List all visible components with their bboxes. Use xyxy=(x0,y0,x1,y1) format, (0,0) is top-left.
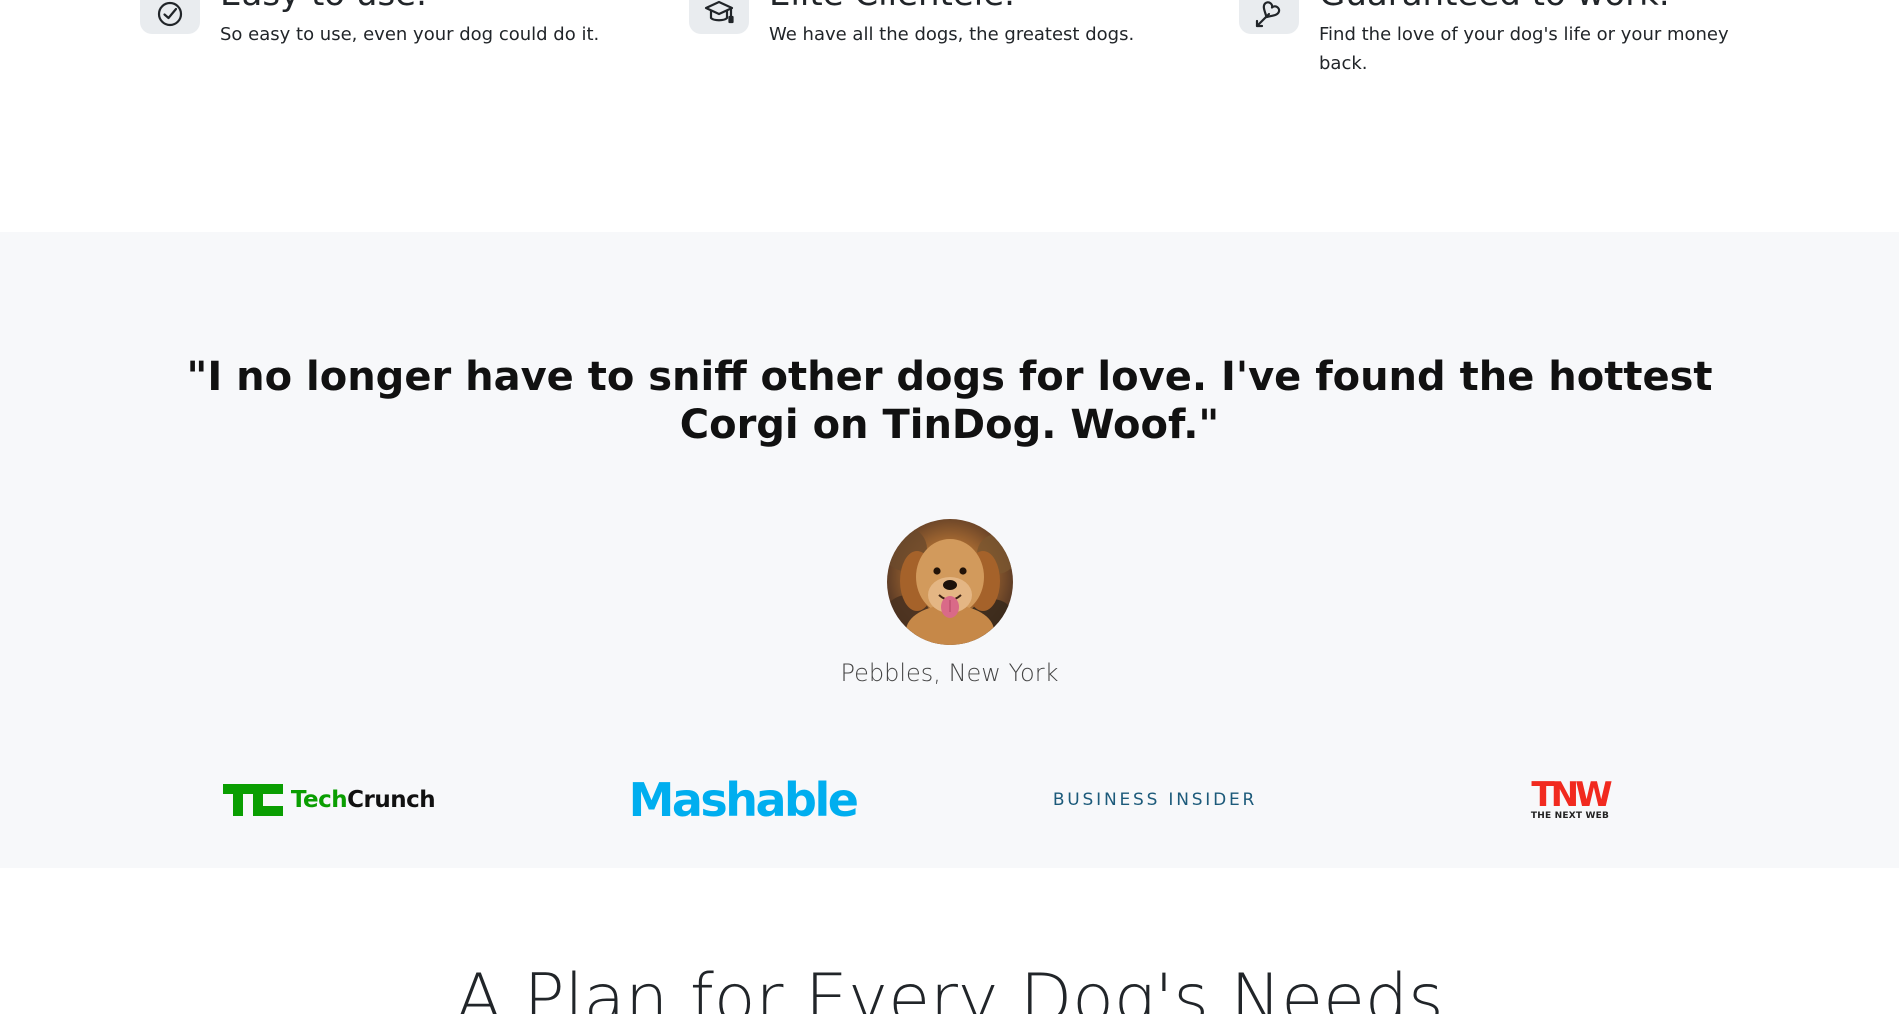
check-circle-icon xyxy=(140,0,200,34)
feature-easy-to-use: Easy to use. So easy to use, even your d… xyxy=(140,0,640,49)
feature-text: Easy to use. So easy to use, even your d… xyxy=(220,0,599,49)
dog-avatar xyxy=(887,519,1013,645)
tnw-caption: THE NEXT WEB xyxy=(1530,811,1610,821)
features-section: Easy to use. So easy to use, even your d… xyxy=(0,0,1899,232)
techcrunch-logo: TechCrunch xyxy=(222,770,436,830)
heart-arrow-icon xyxy=(1239,0,1299,34)
feature-elite-clientele: Elite Clientele. We have all the dogs, t… xyxy=(689,0,1189,49)
feature-title: Elite Clientele. xyxy=(769,0,1134,14)
feature-description: Find the love of your dog's life or your… xyxy=(1319,24,1729,74)
business-insider-logo: BUSINESS INSIDER xyxy=(1052,770,1258,830)
techcrunch-tech: Tech xyxy=(290,787,348,813)
feature-description: We have all the dogs, the greatest dogs. xyxy=(769,24,1135,45)
testimonial-quote: "I no longer have to sniff other dogs fo… xyxy=(186,354,1713,448)
feature-description: So easy to use, even your dog could do i… xyxy=(220,24,600,45)
feature-title: Guaranteed to work. xyxy=(1319,0,1739,14)
mashable-logo: Mashable xyxy=(628,770,859,830)
graduation-cap-icon xyxy=(689,0,749,34)
feature-guaranteed: Guaranteed to work. Find the love of you… xyxy=(1239,0,1739,78)
pricing-section: A Plan for Every Dog's Needs xyxy=(0,868,1899,1014)
techcrunch-mark-icon xyxy=(222,784,283,816)
techcrunch-crunch: Crunch xyxy=(347,787,436,813)
pricing-title: A Plan for Every Dog's Needs xyxy=(455,960,1444,1014)
tnw-logo: TNW THE NEXT WEB xyxy=(1520,770,1620,830)
mashable-wordmark: Mashable xyxy=(628,773,859,827)
feature-text: Elite Clientele. We have all the dogs, t… xyxy=(769,0,1134,49)
business-insider-wordmark: BUSINESS INSIDER xyxy=(1052,790,1258,810)
techcrunch-wordmark: TechCrunch xyxy=(290,787,436,813)
testimonials-section: "I no longer have to sniff other dogs fo… xyxy=(0,232,1899,868)
feature-text: Guaranteed to work. Find the love of you… xyxy=(1319,0,1739,78)
press-logos: TechCrunch Mashable BUSINESS INSIDER TNW… xyxy=(0,770,1899,830)
testimonial-author: Pebbles, New York xyxy=(840,659,1059,687)
tnw-mark: TNW xyxy=(1531,775,1612,815)
feature-title: Easy to use. xyxy=(220,0,599,14)
